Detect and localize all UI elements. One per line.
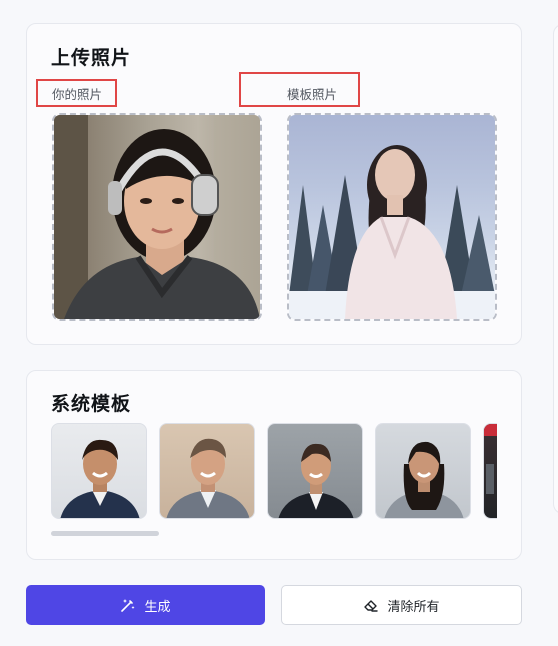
template-portrait-5 — [484, 424, 497, 494]
eraser-icon — [364, 600, 379, 612]
template-thumbnail[interactable] — [375, 423, 471, 519]
template-thumbnail[interactable] — [267, 423, 363, 519]
generate-label: 生成 — [144, 599, 171, 615]
template-photo-dropzone[interactable] — [287, 113, 497, 321]
template-portrait-3 — [278, 443, 354, 518]
your-photo-label-text: 你的照片 — [52, 86, 103, 102]
template-photo-image — [289, 115, 495, 319]
template-thumbnail[interactable] — [51, 423, 147, 519]
clear-all-button[interactable]: 清除所有 — [281, 585, 522, 625]
template-thumbnail[interactable] — [483, 423, 497, 519]
system-templates-title: 系统模板 — [51, 393, 132, 415]
template-thumbnail[interactable] — [159, 423, 255, 519]
template-photo-label-text: 模板照片 — [287, 87, 338, 102]
your-photo-dropzone[interactable] — [52, 113, 262, 321]
upload-photos-card: 上传照片 你的照片 模板照片 — [26, 23, 522, 345]
template-portrait-4 — [384, 441, 464, 518]
magic-wand-icon — [121, 599, 135, 612]
your-photo-label: 你的照片 — [36, 79, 117, 107]
upload-title: 上传照片 — [51, 47, 132, 69]
your-photo-portrait — [54, 115, 260, 319]
clear-all-label: 清除所有 — [387, 599, 440, 615]
side-panel-edge — [553, 24, 558, 514]
template-photo-portrait — [289, 145, 495, 319]
template-portrait-2 — [166, 438, 250, 518]
template-list-scrollbar[interactable] — [51, 531, 159, 536]
template-photo-label: 模板照片 — [239, 72, 360, 107]
your-photo-image — [54, 115, 260, 319]
template-portrait-1 — [60, 439, 140, 518]
system-templates-card: 系统模板 — [26, 370, 522, 560]
generate-button[interactable]: 生成 — [26, 585, 265, 625]
template-list — [51, 423, 497, 519]
